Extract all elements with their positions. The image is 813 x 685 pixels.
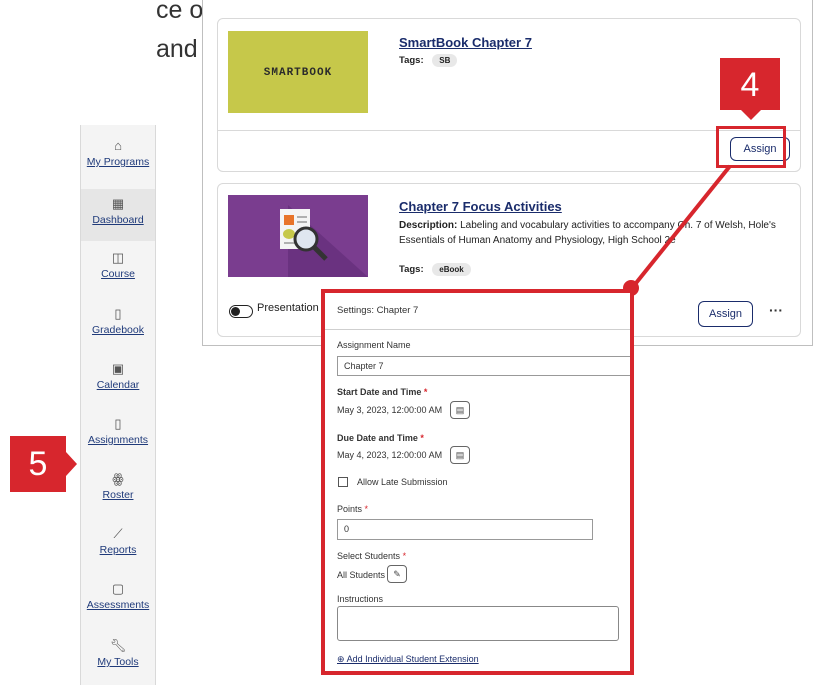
required-mark: * (420, 433, 424, 443)
due-date-label: Due Date and Time * (337, 433, 424, 443)
start-date-label: Start Date and Time * (337, 387, 427, 397)
required-mark: * (423, 387, 428, 397)
points-label: Points * (337, 504, 368, 514)
due-date-value: May 4, 2023, 12:00:00 AM (337, 450, 443, 460)
allow-late-label: Allow Late Submission (357, 477, 448, 487)
points-label-text: Points (337, 504, 363, 514)
add-extension-link[interactable]: ⊕ Add Individual Student Extension (337, 654, 479, 665)
required-mark: * (402, 551, 407, 561)
add-extension-label: Add Individual Student Extension (346, 654, 479, 664)
calendar-picker-icon[interactable]: ▤ (450, 401, 470, 419)
instructions-textarea[interactable] (337, 606, 619, 641)
instructions-label: Instructions (337, 594, 384, 604)
calendar-picker-icon[interactable]: ▤ (450, 446, 470, 464)
allow-late-checkbox[interactable] (338, 477, 348, 487)
assignment-name-field[interactable]: Chapter 7 (337, 356, 630, 376)
start-date-value: May 3, 2023, 12:00:00 AM (337, 405, 443, 415)
dialog-title: Settings: Chapter 7 (337, 305, 419, 316)
dialog-divider (325, 329, 630, 330)
students-value: All Students (337, 570, 386, 580)
points-field[interactable]: 0 (337, 519, 593, 540)
settings-dialog: Settings: Chapter 7 Assignment Name Chap… (321, 289, 634, 675)
due-date-label-text: Due Date and Time (337, 433, 418, 443)
assignment-name-label: Assignment Name (337, 340, 411, 350)
start-date-label-text: Start Date and Time (337, 387, 422, 397)
required-mark: * (364, 504, 369, 514)
edit-pencil-icon[interactable]: ✎ (387, 565, 407, 583)
select-students-label: Select Students * (337, 551, 406, 561)
select-students-label-text: Select Students (337, 551, 401, 561)
add-circle-icon: ⊕ (337, 654, 345, 664)
